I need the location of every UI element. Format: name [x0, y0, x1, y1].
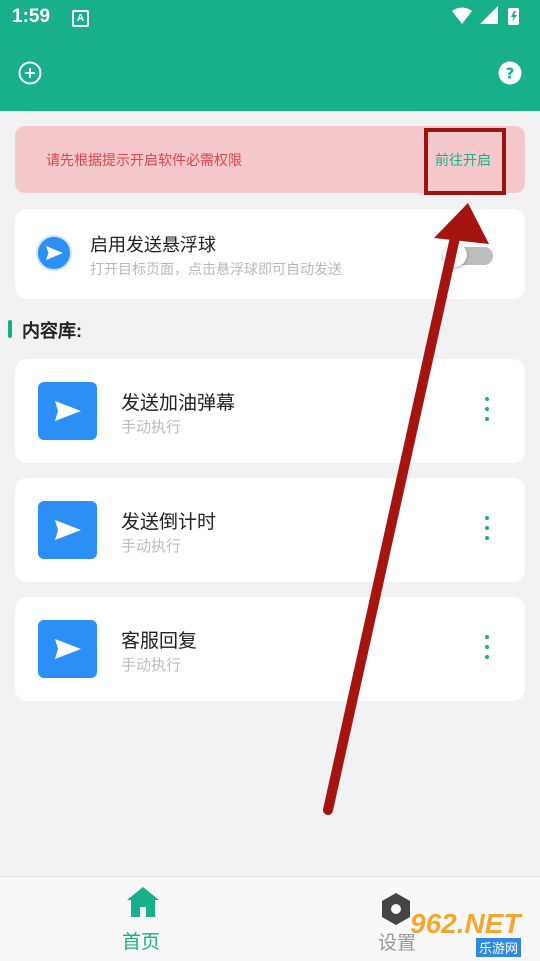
watermark-logo: 962.NET 乐游网 — [410, 908, 535, 958]
plus-circle-icon[interactable] — [18, 61, 42, 85]
send-icon — [38, 620, 97, 678]
more-vert-icon[interactable] — [477, 397, 497, 427]
permission-banner: 请先根据提示开启软件必需权限 前往开启 — [15, 126, 525, 195]
status-time: 1:59 — [12, 6, 51, 27]
home-icon[interactable] — [126, 886, 160, 918]
signal-icon — [480, 6, 498, 24]
list-item-subtitle: 手动执行 — [121, 419, 182, 436]
status-icons — [452, 6, 519, 25]
floating-card-subtitle: 打开目标页面，点击悬浮球即可自动发送 — [90, 261, 342, 277]
notification-icon: A — [72, 10, 89, 27]
floating-card-title: 启用发送悬浮球 — [90, 235, 216, 255]
list-item-subtitle: 手动执行 — [121, 538, 182, 555]
list-item-subtitle: 手动执行 — [121, 657, 182, 674]
list-item-title: 发送倒计时 — [121, 512, 217, 533]
send-icon — [38, 382, 97, 440]
help-circle-icon[interactable]: ? — [498, 61, 522, 85]
list-item-title: 发送加油弹幕 — [121, 393, 236, 414]
library-section-title: 内容库: — [22, 321, 82, 341]
wifi-icon — [452, 7, 472, 24]
floating-ball-toggle[interactable] — [443, 243, 493, 267]
list-item[interactable]: 发送倒计时 手动执行 — [15, 478, 525, 582]
more-vert-icon[interactable] — [477, 635, 497, 665]
watermark-text: 962.NET — [410, 908, 521, 939]
list-item[interactable]: 客服回复 手动执行 — [15, 597, 525, 701]
app-header: 1:59 A ? — [0, 0, 540, 111]
svg-text:?: ? — [506, 65, 515, 83]
list-item-title: 客服回复 — [121, 631, 198, 652]
watermark-subtext: 乐游网 — [476, 938, 522, 957]
banner-message: 请先根据提示开启软件必需权限 — [46, 152, 242, 168]
settings-icon[interactable] — [380, 892, 412, 926]
more-vert-icon[interactable] — [477, 516, 497, 546]
tab-home[interactable]: 首页 — [122, 927, 160, 954]
list-item[interactable]: 发送加油弹幕 手动执行 — [15, 359, 525, 463]
send-icon — [38, 501, 97, 559]
annotation-highlight-box — [424, 128, 506, 195]
section-accent-bar — [8, 320, 12, 338]
send-circle-icon — [36, 235, 72, 271]
floating-ball-card: 启用发送悬浮球 打开目标页面，点击悬浮球即可自动发送 — [15, 209, 525, 299]
